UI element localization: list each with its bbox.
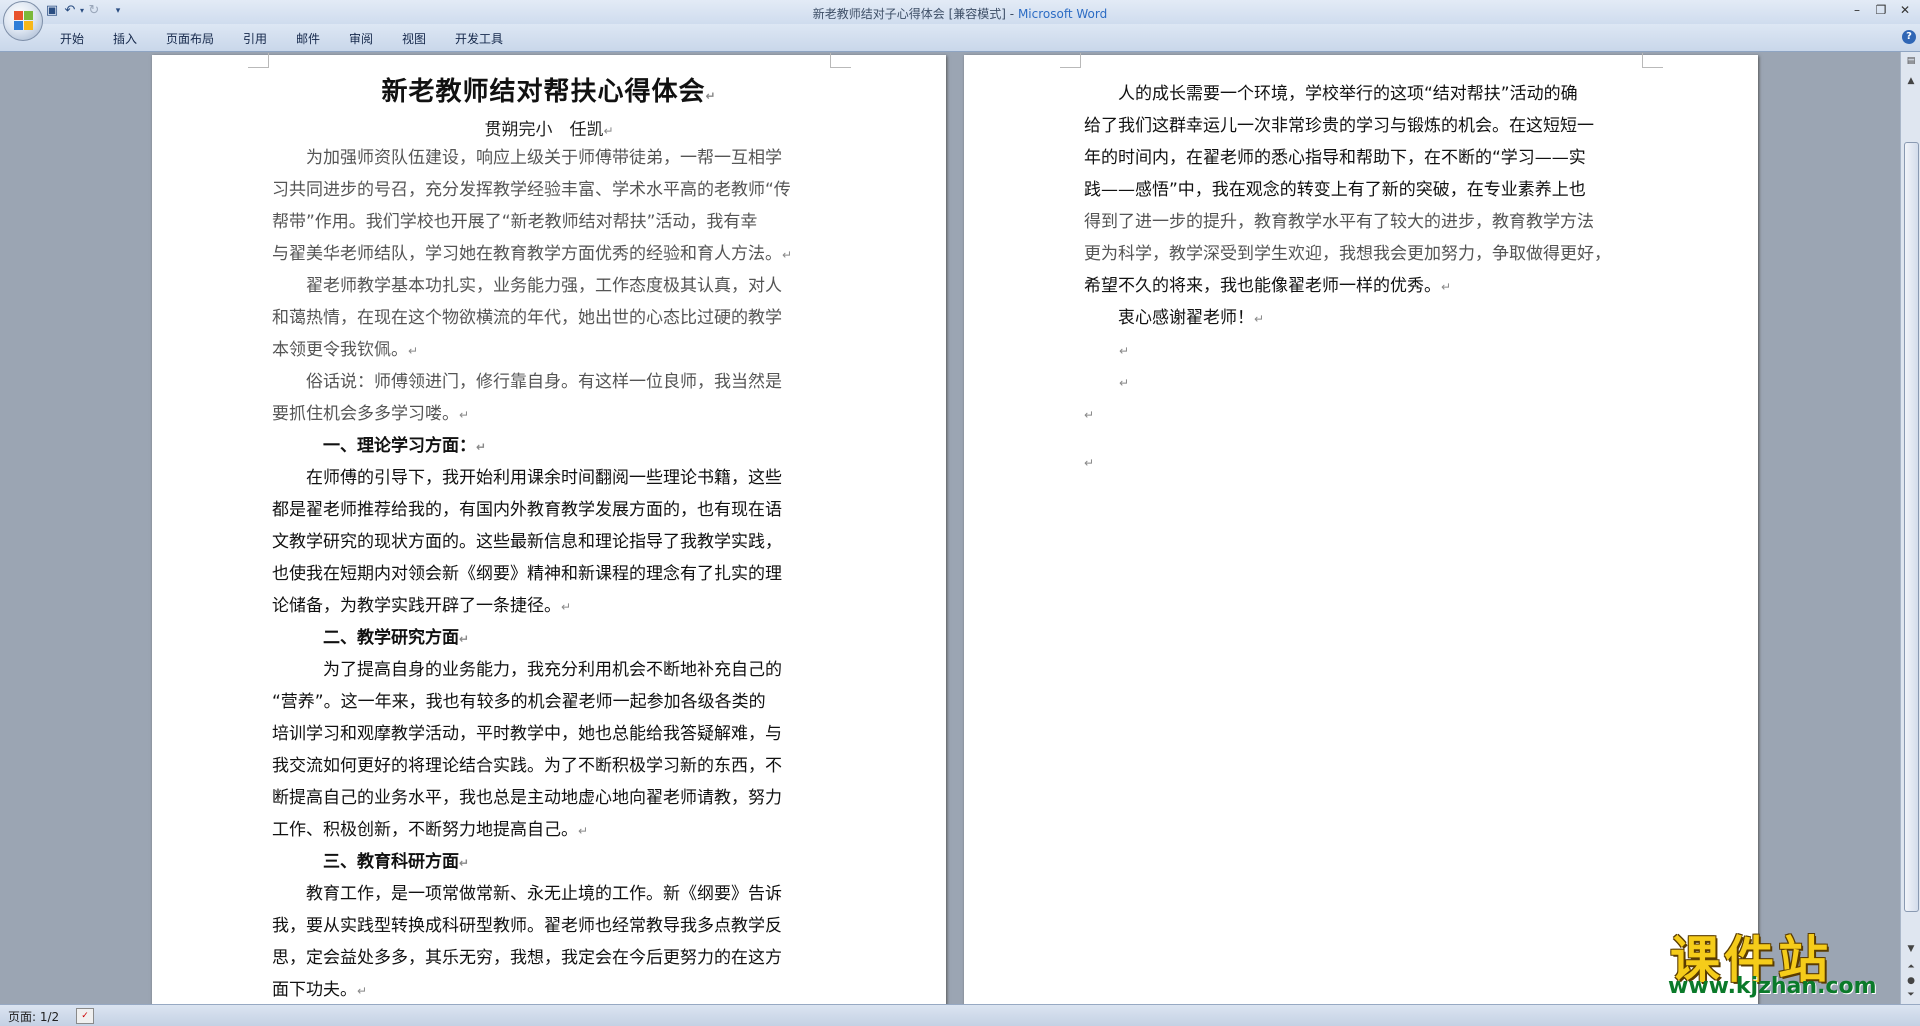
crop-mark bbox=[830, 53, 851, 68]
tab-page-layout[interactable]: 页面布局 bbox=[166, 30, 214, 47]
scroll-up-icon[interactable]: ▲ bbox=[1904, 74, 1918, 88]
text-line: 思，定会益处多多，其乐无穷，我想，我定会在今后更努力的在这方 bbox=[272, 948, 782, 968]
scroll-down-icon[interactable]: ▼ bbox=[1904, 942, 1918, 956]
window-title: 新老教师结对子心得体会 [兼容模式] - Microsoft Word bbox=[812, 7, 1108, 21]
tab-review[interactable]: 审阅 bbox=[349, 30, 373, 47]
vertical-scrollbar[interactable]: ▤ ▲ ▼ ⏶ ● ⏷ bbox=[1900, 52, 1920, 1004]
office-button[interactable] bbox=[3, 1, 43, 41]
text-line: 我交流如何更好的将理论结合实践。为了不断积极学习新的东西，不 bbox=[272, 756, 782, 776]
text-line: 得到了进一步的提升，教育教学水平有了较大的进步，教育教学方法 bbox=[1084, 212, 1594, 232]
text-line: 为了提高自身的业务能力，我充分利用机会不断地补充自己的 bbox=[272, 660, 782, 680]
document-title: 新老教师结对帮扶心得体会↵ bbox=[381, 77, 717, 107]
text-line: 习共同进步的号召，充分发挥教学经验丰富、学术水平高的老教师“传 bbox=[272, 180, 791, 200]
document-author: 贯朔完小 任凯↵ bbox=[484, 120, 614, 140]
text-line: 都是翟老师推荐给我的，有国内外教育教学发展方面的，也有现在语 bbox=[272, 500, 782, 520]
scrollbar-thumb[interactable] bbox=[1904, 142, 1919, 912]
text-line: 年的时间内，在翟老师的悉心指导和帮助下，在不断的“学习——实 bbox=[1084, 148, 1586, 168]
watermark-url: www.kjzhan.com bbox=[1668, 974, 1877, 999]
text-line: 也使我在短期内对领会新《纲要》精神和新课程的理念有了扎实的理 bbox=[272, 564, 782, 584]
restore-button[interactable]: ❐ bbox=[1872, 2, 1890, 18]
paragraph-mark: ↵ bbox=[1119, 376, 1130, 390]
text-line: 文教学研究的现状方面的。这些最新信息和理论指导了我教学实践， bbox=[272, 532, 782, 552]
text-line: 给了我们这群幸运儿一次非常珍贵的学习与锻炼的机会。在这短短一 bbox=[1084, 116, 1594, 136]
tab-view[interactable]: 视图 bbox=[402, 30, 426, 47]
text-line: 断提高自己的业务水平，我也总是主动地虚心地向翟老师请教，努力 bbox=[272, 788, 782, 808]
text-line: 工作、积极创新，不断努力地提高自己。↵ bbox=[272, 820, 589, 840]
tab-references[interactable]: 引用 bbox=[243, 30, 267, 47]
text-line: 二、教学研究方面↵ bbox=[272, 628, 470, 648]
text-line: 培训学习和观摩教学活动，平时教学中，她也总能给我答疑解难，与 bbox=[272, 724, 782, 744]
select-browse-object-icon[interactable]: ● bbox=[1904, 974, 1918, 988]
text-line: 一、理论学习方面：↵ bbox=[272, 436, 487, 456]
previous-page-icon[interactable]: ⏶ bbox=[1904, 960, 1918, 974]
status-bar: 页面: 1/2 ✓ bbox=[0, 1004, 1920, 1026]
crop-mark bbox=[1060, 53, 1081, 68]
tab-home[interactable]: 开始 bbox=[60, 30, 84, 47]
text-line: 人的成长需要一个环境，学校举行的这项“结对帮扶”活动的确 bbox=[1084, 84, 1578, 104]
text-line: 要抓住机会多多学习喽。↵ bbox=[272, 404, 470, 424]
text-line: 衷心感谢翟老师！↵ bbox=[1084, 308, 1265, 328]
text-line: 论储备，为教学实践开辟了一条捷径。↵ bbox=[272, 596, 572, 616]
ruler-toggle-icon[interactable]: ▤ bbox=[1904, 54, 1918, 68]
text-line: 面下功夫。↵ bbox=[272, 980, 368, 1000]
page-count[interactable]: 页面: 1/2 bbox=[8, 1008, 59, 1025]
tab-insert[interactable]: 插入 bbox=[113, 30, 137, 47]
title-bar: ▣ ↶ ▾ ↻ ▾ 新老教师结对子心得体会 [兼容模式] - Microsoft… bbox=[0, 0, 1920, 41]
text-line: 和蔼热情，在现在这个物欲横流的年代，她出世的心态比过硬的教学 bbox=[272, 308, 782, 328]
text-line: 更为科学，教学深受到学生欢迎，我想我会更加努力，争取做得更好， bbox=[1084, 244, 1611, 264]
crop-mark bbox=[1642, 53, 1663, 68]
text-line: 我，要从实践型转换成科研型教师。翟老师也经常教导我多点教学反 bbox=[272, 916, 782, 936]
text-line: 与翟美华老师结队，学习她在教育教学方面优秀的经验和育人方法。↵ bbox=[272, 244, 793, 264]
page-1[interactable]: 新老教师结对帮扶心得体会↵ 贯朔完小 任凯↵ 为加强师资队伍建设，响应上级关于师… bbox=[152, 53, 946, 1004]
text-line: 践——感悟”中，我在观念的转变上有了新的突破，在专业素养上也 bbox=[1084, 180, 1586, 200]
text-line: 三、教育科研方面↵ bbox=[272, 852, 470, 872]
page-2[interactable]: 人的成长需要一个环境，学校举行的这项“结对帮扶”活动的确 给了我们这群幸运儿一次非… bbox=[964, 53, 1758, 1004]
crop-mark bbox=[248, 53, 269, 68]
minimize-button[interactable]: – bbox=[1848, 2, 1866, 18]
help-icon[interactable]: ? bbox=[1902, 30, 1916, 44]
tab-developer[interactable]: 开发工具 bbox=[455, 30, 503, 47]
document-area[interactable]: 新老教师结对帮扶心得体会↵ 贯朔完小 任凯↵ 为加强师资队伍建设，响应上级关于师… bbox=[0, 52, 1900, 1004]
text-line: 本领更令我钦佩。↵ bbox=[272, 340, 419, 360]
close-button[interactable]: ✕ bbox=[1896, 2, 1914, 18]
text-line: 俗话说：师傅领进门，修行靠自身。有这样一位良师，我当然是 bbox=[272, 372, 782, 392]
watermark-logo: 课件站 www.kjzhan.com bbox=[1660, 920, 1900, 1000]
proofing-icon[interactable]: ✓ bbox=[76, 1008, 94, 1024]
next-page-icon[interactable]: ⏷ bbox=[1904, 988, 1918, 1002]
ribbon-tabs: 开始 插入 页面布局 引用 邮件 审阅 视图 开发工具 ? bbox=[0, 24, 1920, 52]
text-line: 在师傅的引导下，我开始利用课余时间翻阅一些理论书籍，这些 bbox=[272, 468, 782, 488]
text-line: 为加强师资队伍建设，响应上级关于师傅带徒弟，一帮一互相学 bbox=[272, 148, 782, 168]
text-line: 教育工作，是一项常做常新、永无止境的工作。新《纲要》告诉 bbox=[272, 884, 782, 904]
office-logo-icon bbox=[14, 11, 34, 31]
text-line: 希望不久的将来，我也能像翟老师一样的优秀。↵ bbox=[1084, 276, 1452, 296]
text-line: “营养”。这一年来，我也有较多的机会翟老师一起参加各级各类的 bbox=[272, 692, 766, 712]
text-line: 帮带”作用。我们学校也开展了“新老教师结对帮扶”活动，我有幸 bbox=[272, 212, 758, 232]
paragraph-mark: ↵ bbox=[1084, 408, 1095, 422]
paragraph-mark: ↵ bbox=[1084, 456, 1095, 470]
tab-mailings[interactable]: 邮件 bbox=[296, 30, 320, 47]
paragraph-mark: ↵ bbox=[1119, 344, 1130, 358]
text-line: 翟老师教学基本功扎实，业务能力强，工作态度极其认真，对人 bbox=[272, 276, 782, 296]
